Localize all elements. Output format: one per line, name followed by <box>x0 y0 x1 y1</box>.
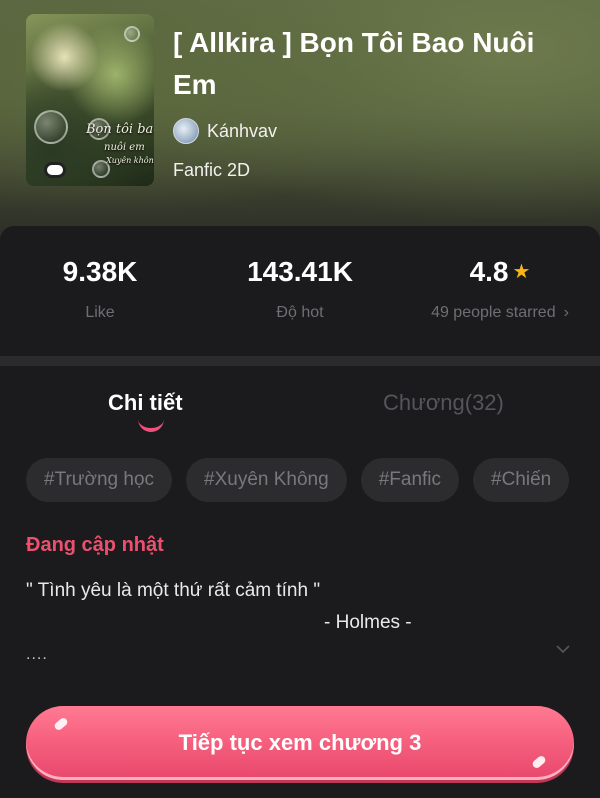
description-ellipsis: .... <box>26 646 48 663</box>
continue-reading-label: Tiếp tục xem chương 3 <box>178 730 422 755</box>
tag-list: #Trường học #Xuyên Không #Fanfic #Chiến <box>26 458 576 504</box>
sparkle-decoration <box>531 754 547 770</box>
tag-chip[interactable]: #Xuyên Không <box>186 458 347 502</box>
stat-hot: 143.41K Độ hot <box>200 256 400 322</box>
comment-icon <box>44 162 66 178</box>
stat-rating[interactable]: 4.8 ★ 49 people starred › <box>400 256 600 322</box>
book-title: [ Allkira ] Bọn Tôi Bao Nuôi Em <box>173 27 535 100</box>
description-line: - Holmes - <box>324 612 412 633</box>
like-count: 9.38K <box>62 256 138 287</box>
description-line: " Tình yêu là một thứ rất cảm tính " <box>26 580 321 601</box>
star-icon: ★ <box>512 261 531 283</box>
bubble-decoration <box>124 26 140 42</box>
tab-detail[interactable]: Chi tiết <box>108 390 183 416</box>
section-divider <box>0 356 600 366</box>
rating-value-row: 4.8 ★ <box>400 256 600 288</box>
chevron-down-icon[interactable] <box>556 642 570 656</box>
rating-label-row: 49 people starred › <box>400 304 600 322</box>
book-cover[interactable]: Bọn tôi bao nuôi em Xuyên không <box>26 14 154 186</box>
update-status: Đang cập nhật <box>26 534 164 556</box>
avatar <box>173 118 199 144</box>
bubble-decoration <box>34 110 68 144</box>
hot-label: Độ hot <box>276 304 324 321</box>
tag-chip[interactable]: #Chiến <box>473 458 570 502</box>
author-name: Kánhvav <box>207 120 278 141</box>
tag-chip[interactable]: #Trường học <box>26 458 173 502</box>
tab-chapters[interactable]: Chương(32) <box>383 390 504 416</box>
hot-count: 143.41K <box>247 256 353 287</box>
sparkle-decoration <box>53 716 69 732</box>
cover-title-line1: Bọn tôi bao <box>86 122 154 137</box>
like-label: Like <box>85 304 115 321</box>
cover-subtitle: Xuyên không <box>106 156 154 165</box>
rating-value: 4.8 <box>469 256 509 287</box>
genre-label: Fanfic 2D <box>173 160 251 180</box>
author-row[interactable]: Kánhvav <box>173 118 277 144</box>
chevron-right-icon: › <box>563 304 569 321</box>
header-background: Bọn tôi bao nuôi em Xuyên không [ Allkir… <box>0 0 600 250</box>
cover-title-line2: nuôi em <box>104 142 145 153</box>
tag-chip[interactable]: #Fanfic <box>360 458 460 502</box>
stat-likes: 9.38K Like <box>0 256 200 322</box>
continue-reading-button[interactable]: Tiếp tục xem chương 3 <box>26 706 574 780</box>
rating-label: 49 people starred <box>431 304 556 321</box>
